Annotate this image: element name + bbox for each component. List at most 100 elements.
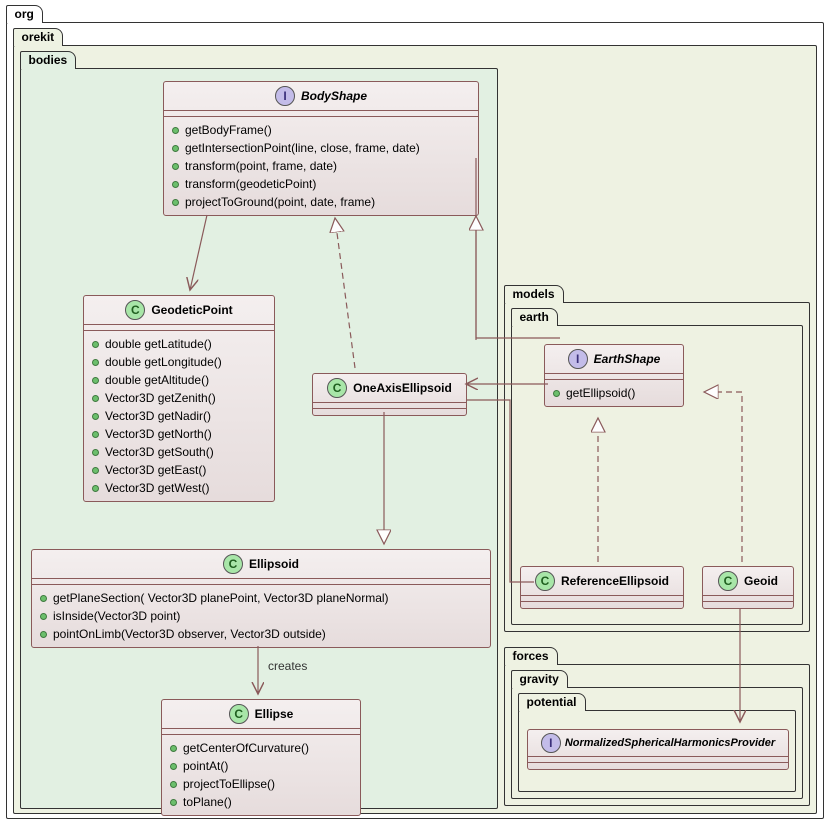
class-icon: C (535, 571, 555, 591)
dot-icon (172, 181, 179, 188)
member: projectToEllipse() (170, 775, 352, 793)
class-icon: C (125, 300, 145, 320)
class-title: BodyShape (301, 89, 367, 103)
package-tab-models: models (504, 285, 564, 303)
class-title: Ellipsoid (249, 557, 299, 571)
package-bodies: bodies I BodyShape getBodyFrame() getInt… (20, 68, 498, 809)
class-referenceellipsoid: C ReferenceEllipsoid (520, 566, 684, 609)
dot-icon (170, 799, 177, 806)
class-title: EarthShape (594, 352, 661, 366)
class-title: Ellipse (255, 707, 294, 721)
dot-icon (553, 390, 560, 397)
member: transform(point, frame, date) (172, 157, 470, 175)
dot-icon (92, 449, 99, 456)
dot-icon (40, 595, 47, 602)
class-oneaxisellipsoid: C OneAxisEllipsoid (312, 373, 467, 416)
class-nshp: I NormalizedSphericalHarmonicsProvider (527, 729, 789, 770)
package-org: org orekit bodies I BodyShape getBodyFra… (6, 22, 824, 819)
class-icon: C (223, 554, 243, 574)
package-tab-earth: earth (511, 308, 558, 326)
class-title: ReferenceEllipsoid (561, 574, 669, 588)
member: projectToGround(point, date, frame) (172, 193, 470, 211)
package-gravity: gravity potential I NormalizedSphericalH… (511, 687, 803, 799)
dot-icon (92, 341, 99, 348)
member: double getAltitude() (92, 371, 266, 389)
class-header: C GeodeticPoint (84, 296, 274, 325)
package-tab-gravity: gravity (511, 670, 568, 688)
package-tab-forces: forces (504, 647, 558, 665)
member: isInside(Vector3D point) (40, 607, 482, 625)
package-forces: forces gravity potential I NormalizedSph… (504, 664, 810, 806)
member: getBodyFrame() (172, 121, 470, 139)
class-title: GeodeticPoint (151, 303, 232, 317)
member: Vector3D getNadir() (92, 407, 266, 425)
dot-icon (92, 467, 99, 474)
class-icon: C (229, 704, 249, 724)
member: pointAt() (170, 757, 352, 775)
package-orekit: orekit bodies I BodyShape getBodyFrame()… (13, 45, 817, 814)
dot-icon (172, 127, 179, 134)
interface-icon: I (541, 733, 561, 753)
package-tab-potential: potential (518, 693, 586, 711)
class-header: C Ellipse (162, 700, 360, 729)
member: getPlaneSection( Vector3D planePoint, Ve… (40, 589, 482, 607)
interface-icon: I (275, 86, 295, 106)
class-header: I NormalizedSphericalHarmonicsProvider (528, 730, 788, 757)
class-header: C OneAxisEllipsoid (313, 374, 466, 403)
package-potential: potential I NormalizedSphericalHarmonics… (518, 710, 796, 792)
dot-icon (170, 745, 177, 752)
member: Vector3D getEast() (92, 461, 266, 479)
package-tab-orekit: orekit (13, 28, 64, 46)
package-label: potential (527, 695, 577, 709)
dot-icon (172, 145, 179, 152)
dot-icon (172, 163, 179, 170)
member: Vector3D getNorth() (92, 425, 266, 443)
class-header: C Ellipsoid (32, 550, 490, 579)
class-body: getBodyFrame() getIntersectionPoint(line… (164, 117, 478, 215)
class-body: getEllipsoid() (545, 380, 683, 406)
class-body: getCenterOfCurvature() pointAt() project… (162, 735, 360, 815)
class-icon: C (327, 378, 347, 398)
dot-icon (92, 377, 99, 384)
dot-icon (92, 359, 99, 366)
class-geoid: C Geoid (702, 566, 794, 609)
class-title: NormalizedSphericalHarmonicsProvider (565, 737, 775, 749)
package-label: org (15, 7, 34, 21)
member: Vector3D getZenith() (92, 389, 266, 407)
member: Vector3D getSouth() (92, 443, 266, 461)
dot-icon (92, 485, 99, 492)
member: Vector3D getWest() (92, 479, 266, 497)
class-ellipse: C Ellipse getCenterOfCurvature() pointAt… (161, 699, 361, 816)
class-body: getPlaneSection( Vector3D planePoint, Ve… (32, 585, 490, 647)
dot-icon (170, 763, 177, 770)
dot-icon (170, 781, 177, 788)
package-tab-org: org (6, 5, 43, 23)
class-title: Geoid (744, 574, 778, 588)
member: getEllipsoid() (553, 384, 675, 402)
class-header: C Geoid (703, 567, 793, 596)
class-ellipsoid: C Ellipsoid getPlaneSection( Vector3D pl… (31, 549, 491, 648)
package-tab-bodies: bodies (20, 51, 77, 69)
member: double getLongitude() (92, 353, 266, 371)
package-label: earth (520, 310, 549, 324)
dot-icon (92, 395, 99, 402)
member: pointOnLimb(Vector3D observer, Vector3D … (40, 625, 482, 643)
class-bodyshape: I BodyShape getBodyFrame() getIntersecti… (163, 81, 479, 216)
class-header: I BodyShape (164, 82, 478, 111)
package-models: models earth I EarthShape getEllipsoid() (504, 302, 810, 632)
class-icon: C (718, 571, 738, 591)
class-earthshape: I EarthShape getEllipsoid() (544, 344, 684, 407)
class-header: I EarthShape (545, 345, 683, 374)
interface-icon: I (568, 349, 588, 369)
dot-icon (40, 613, 47, 620)
class-geodeticpoint: C GeodeticPoint double getLatitude() dou… (83, 295, 275, 502)
member: transform(geodeticPoint) (172, 175, 470, 193)
dot-icon (92, 431, 99, 438)
package-earth: earth I EarthShape getEllipsoid() C (511, 325, 803, 625)
member: getIntersectionPoint(line, close, frame,… (172, 139, 470, 157)
class-title: OneAxisEllipsoid (353, 381, 452, 395)
member: getCenterOfCurvature() (170, 739, 352, 757)
dot-icon (92, 413, 99, 420)
package-label: models (513, 287, 555, 301)
dot-icon (40, 631, 47, 638)
